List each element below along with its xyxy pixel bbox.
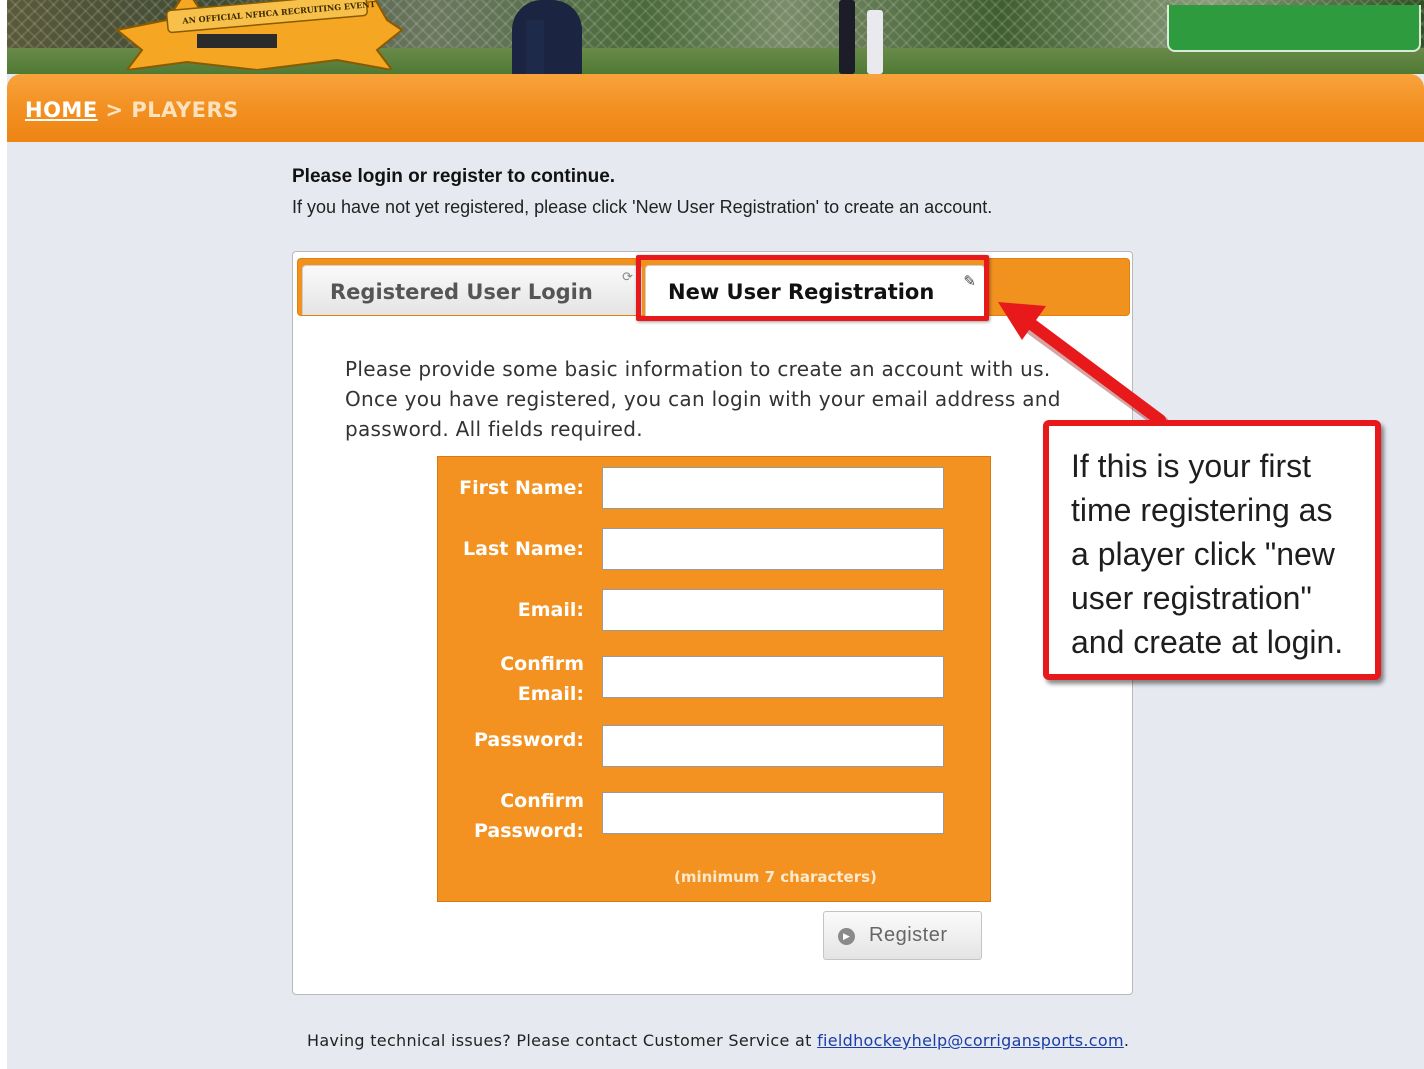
breadcrumb: HOME > PLAYERS <box>25 98 239 122</box>
tab-highlight-box <box>636 255 989 321</box>
player-photo-2 <box>827 0 897 74</box>
breadcrumb-current: PLAYERS <box>131 98 239 122</box>
banner-green-panel <box>1167 5 1421 52</box>
tab-label: Registered User Login <box>330 280 593 304</box>
breadcrumb-separator: > <box>105 98 124 122</box>
last-name-field[interactable] <box>602 528 944 570</box>
support-email-link[interactable]: fieldhockeyhelp@corrigansports.com <box>817 1031 1124 1050</box>
callout-text: If this is your first time registering a… <box>1071 448 1344 660</box>
breadcrumb-bar: HOME > PLAYERS <box>7 74 1424 142</box>
footer-message: Having technical issues? Please contact … <box>307 1031 812 1050</box>
password-hint: (minimum 7 characters) <box>674 868 877 886</box>
intro-title: Please login or register to continue. <box>292 166 616 187</box>
confirm-email-field[interactable] <box>602 656 944 698</box>
tab-registered-user-login[interactable]: Registered User Login ⟳ <box>302 265 642 315</box>
first-name-field[interactable] <box>602 467 944 509</box>
password-label: Password: <box>473 729 584 751</box>
registration-form: First Name: Last Name: Email: Confirm Em… <box>437 456 991 902</box>
intro-text: If you have not yet registered, please c… <box>292 197 993 217</box>
confirm-password-label: Confirm Password: <box>473 790 584 842</box>
play-circle-icon: ▶ <box>838 928 855 945</box>
refresh-icon: ⟳ <box>622 270 633 285</box>
player-photo <box>512 0 582 74</box>
player-leg <box>867 10 883 74</box>
confirm-password-field[interactable] <box>602 792 944 834</box>
player-leg <box>526 20 544 74</box>
footer-text: Having technical issues? Please contact … <box>307 1031 1129 1050</box>
register-button[interactable]: ▶ Register <box>823 911 982 960</box>
confirm-email-label: Confirm Email: <box>500 653 584 705</box>
header-banner-image: AN OFFICIAL NFHCA RECRUITING EVENT <box>7 0 1424 74</box>
login-register-panel: Registered User Login ⟳ New User Registr… <box>292 251 1133 995</box>
footer-period: . <box>1123 1031 1130 1050</box>
breadcrumb-home-link[interactable]: HOME <box>25 98 98 122</box>
password-field[interactable] <box>602 725 944 767</box>
last-name-label: Last Name: <box>463 538 584 560</box>
instruction-callout: If this is your first time registering a… <box>1043 420 1381 680</box>
email-label: Email: <box>517 599 584 621</box>
first-name-label: First Name: <box>459 477 584 499</box>
email-field[interactable] <box>602 589 944 631</box>
registration-description: Please provide some basic information to… <box>345 357 1061 441</box>
player-leg <box>839 0 855 74</box>
register-button-label: Register <box>869 924 948 946</box>
